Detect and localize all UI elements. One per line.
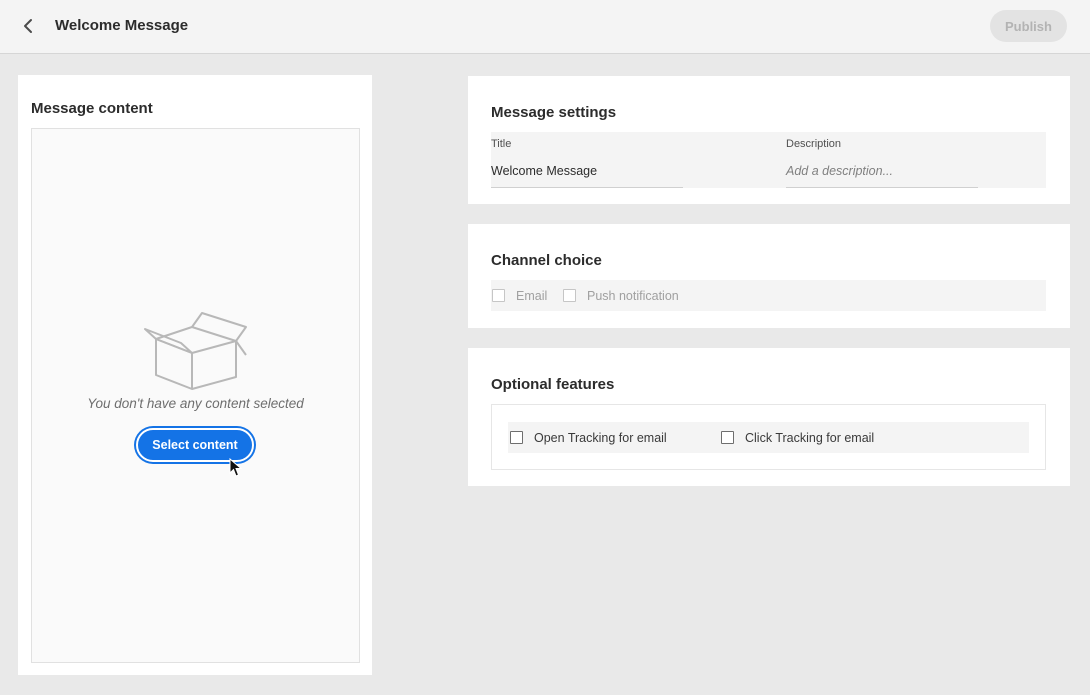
click-tracking-checkbox[interactable] (721, 431, 734, 444)
email-checkbox[interactable] (492, 289, 505, 302)
title-field[interactable]: Welcome Message (491, 157, 683, 188)
optional-features-card: Optional features Open Tracking for emai… (468, 348, 1070, 486)
message-settings-card: Message settings Title Welcome Message D… (468, 76, 1070, 204)
click-tracking-label: Click Tracking for email (745, 430, 875, 445)
channel-choice-title: Channel choice (491, 252, 602, 269)
message-content-panel: Message content You don't have any conte… (18, 75, 372, 675)
mouse-cursor-icon (229, 458, 243, 477)
back-button[interactable] (16, 14, 40, 38)
push-notification-channel-option[interactable]: Push notification (563, 280, 679, 311)
settings-fields-row: Title Welcome Message Description Add a … (491, 132, 1046, 188)
page-title: Welcome Message (55, 17, 189, 34)
content-preview-area: You don't have any content selected Sele… (31, 128, 360, 663)
select-content-button[interactable]: Select content (136, 428, 254, 462)
description-field[interactable]: Add a description... (786, 157, 978, 188)
optional-features-row: Open Tracking for email Click Tracking f… (508, 422, 1029, 453)
open-tracking-checkbox[interactable] (510, 431, 523, 444)
open-tracking-label: Open Tracking for email (534, 430, 667, 445)
publish-button[interactable]: Publish (990, 10, 1067, 42)
message-settings-title: Message settings (491, 104, 617, 121)
message-content-title: Message content (31, 100, 153, 117)
chevron-left-icon (24, 19, 32, 33)
push-notification-checkbox[interactable] (563, 289, 576, 302)
open-tracking-option[interactable]: Open Tracking for email (510, 422, 667, 453)
channel-options-row: Email Push notification (491, 280, 1046, 311)
open-box-icon (144, 312, 247, 390)
push-notification-label: Push notification (587, 288, 679, 303)
top-bar: Welcome Message Publish (0, 0, 1090, 54)
optional-features-title: Optional features (491, 376, 615, 393)
email-label: Email (516, 288, 548, 303)
empty-state-text: You don't have any content selected (87, 396, 304, 411)
optional-features-box: Open Tracking for email Click Tracking f… (491, 404, 1046, 470)
click-tracking-option[interactable]: Click Tracking for email (721, 422, 874, 453)
title-field-label: Title (491, 138, 512, 150)
channel-choice-card: Channel choice Email Push notification (468, 224, 1070, 328)
email-channel-option[interactable]: Email (492, 280, 547, 311)
description-field-label: Description (786, 138, 842, 150)
